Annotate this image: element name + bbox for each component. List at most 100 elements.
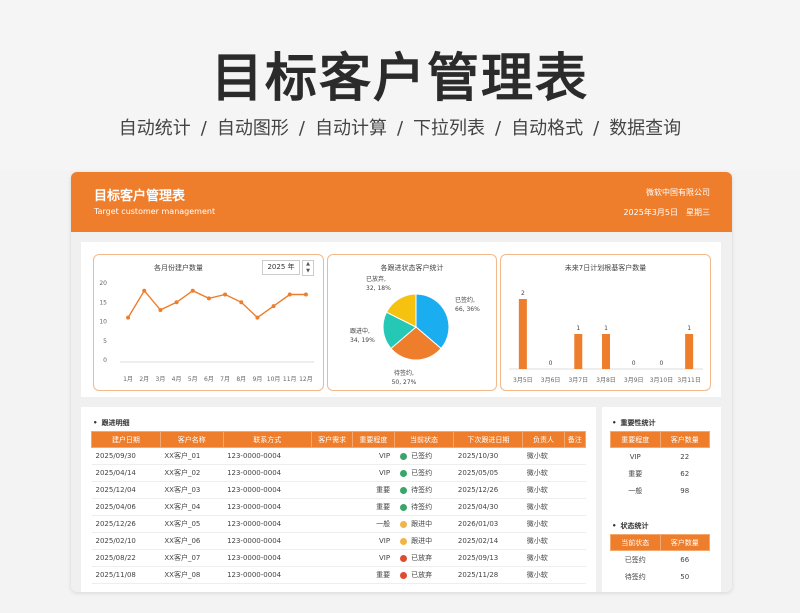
cell-phone[interactable]: 123-0000-0004 [223,532,312,550]
column-header[interactable]: 建户日期 [91,431,161,448]
cell-level[interactable]: VIP [352,464,395,482]
cell-name[interactable]: XX客户_01 [160,447,224,465]
cell-next[interactable]: 2025/11/28 [453,566,523,584]
cell-phone[interactable]: 123-0000-0004 [223,549,312,567]
cell-next[interactable]: 2025/04/30 [453,498,523,516]
column-header[interactable]: 联系方式 [222,431,312,448]
cell-note[interactable] [564,447,586,465]
cell-level[interactable]: VIP [352,447,395,465]
cell-status[interactable]: 已放弃 [394,549,454,567]
column-header[interactable]: 重要程度 [352,431,395,448]
cell-need[interactable] [311,447,353,465]
cell-date[interactable]: 2025/04/14 [91,464,161,482]
cell-phone[interactable]: 123-0000-0004 [223,498,312,516]
feature-separator: / [396,118,404,139]
table-row[interactable]: 2025/12/04 XX客户_03 123-0000-0004 重要 待签约 2025/… [91,481,586,499]
cell-need[interactable] [311,532,353,550]
cell-level[interactable]: 一般 [352,515,395,533]
table-row[interactable]: 2025/02/10 XX客户_06 123-0000-0004 VIP 跟进中 2025… [91,532,586,550]
bar-value-label: 0 [660,360,664,367]
cell-need[interactable] [311,549,353,567]
status-dot-icon [400,571,408,579]
cell-status[interactable]: 跟进中 [394,515,454,533]
cell-note[interactable] [564,498,586,516]
cell-status[interactable]: 待签约 [394,481,454,499]
cell-next[interactable]: 2025/10/30 [453,447,523,465]
x-tick-label: 8月 [236,376,246,383]
column-header[interactable]: 下次跟进日期 [453,431,524,448]
cell-date[interactable]: 2025/08/22 [91,549,161,567]
cell-owner[interactable]: 微小软 [522,532,565,550]
cell-note[interactable] [564,532,586,550]
cell-next[interactable]: 2025/09/13 [453,549,523,567]
table-row[interactable]: 2025/12/26 XX客户_05 123-0000-0004 一般 跟进中 2026/… [91,515,586,533]
cell-status[interactable]: 已签约 [394,447,454,465]
cell-level[interactable]: VIP [352,532,395,550]
cell-status[interactable]: 待签约 [394,498,454,516]
cell-note[interactable] [564,566,586,584]
cell-date[interactable]: 2025/12/04 [91,481,161,499]
cell-name[interactable]: XX客户_03 [160,481,224,499]
table-row[interactable]: 2025/08/22 XX客户_07 123-0000-0004 VIP 已放弃 2025… [91,549,586,567]
cell-owner[interactable]: 微小软 [522,515,565,533]
cell-need[interactable] [311,515,353,533]
column-header[interactable]: 客户数量 [659,431,710,448]
cell-status[interactable]: 已放弃 [394,566,454,584]
column-header[interactable]: 备注 [563,431,587,448]
column-header[interactable]: 负责人 [522,431,565,448]
cell-name[interactable]: XX客户_06 [160,532,224,550]
cell-date[interactable]: 2025/02/10 [91,532,161,550]
cell-note[interactable] [564,481,586,499]
cell-phone[interactable]: 123-0000-0004 [223,464,312,482]
cell-level[interactable]: 重要 [352,481,395,499]
cell-name[interactable]: XX客户_07 [160,549,224,567]
cell-name[interactable]: XX客户_02 [160,464,224,482]
cell-owner[interactable]: 微小软 [522,566,565,584]
cell-owner[interactable]: 微小软 [522,498,565,516]
cell-note[interactable] [564,515,586,533]
cell-owner[interactable]: 微小软 [522,481,565,499]
column-header[interactable]: 客户需求 [310,431,354,448]
cell-owner[interactable]: 微小软 [522,464,565,482]
cell-date[interactable]: 2025/12/26 [91,515,161,533]
cell-phone[interactable]: 123-0000-0004 [223,515,312,533]
cell-level[interactable]: 重要 [352,566,395,584]
cell-owner[interactable]: 微小软 [522,447,565,465]
line-series [127,289,306,319]
cell-next[interactable]: 2026/01/03 [453,515,523,533]
cell-date[interactable]: 2025/11/08 [91,566,161,584]
column-header[interactable]: 当前状态 [610,534,661,551]
cell-phone[interactable]: 123-0000-0004 [223,566,312,584]
x-tick-label: 7月 [220,376,230,383]
cell-next[interactable]: 2025/02/14 [453,532,523,550]
cell-date[interactable]: 2025/09/30 [91,447,161,465]
cell-name[interactable]: XX客户_08 [160,566,224,584]
cell-level[interactable]: 重要 [352,498,395,516]
table-row[interactable]: 2025/04/06 XX客户_04 123-0000-0004 重要 待签约 2025/… [91,498,586,516]
cell-name[interactable]: XX客户_05 [160,515,224,533]
cell-need[interactable] [311,464,353,482]
column-header[interactable]: 客户数量 [659,534,710,551]
cell-status[interactable]: 跟进中 [394,532,454,550]
column-header[interactable]: 客户名称 [159,431,224,448]
column-header[interactable]: 重要程度 [610,431,661,448]
cell-phone[interactable]: 123-0000-0004 [223,447,312,465]
cell-owner[interactable]: 微小软 [522,549,565,567]
table-row[interactable]: 2025/04/14 XX客户_02 123-0000-0004 VIP 已签约 2025… [91,464,586,482]
cell-status[interactable]: 已签约 [394,464,454,482]
cell-need[interactable] [311,498,353,516]
cell-level[interactable]: VIP [352,549,395,567]
y-tick-label: 20 [99,280,107,287]
cell-need[interactable] [311,566,353,584]
cell-date[interactable]: 2025/04/06 [91,498,161,516]
table-row[interactable]: 2025/11/08 XX客户_08 123-0000-0004 重要 已放弃 2025/… [91,566,586,584]
cell-note[interactable] [564,549,586,567]
cell-next[interactable]: 2025/05/05 [453,464,523,482]
cell-note[interactable] [564,464,586,482]
cell-need[interactable] [311,481,353,499]
table-row[interactable]: 2025/09/30 XX客户_01 123-0000-0004 VIP 已签约 2025… [91,447,586,465]
cell-phone[interactable]: 123-0000-0004 [223,481,312,499]
column-header[interactable]: 当前状态 [393,431,455,448]
cell-name[interactable]: XX客户_04 [160,498,224,516]
cell-next[interactable]: 2025/12/26 [453,481,523,499]
